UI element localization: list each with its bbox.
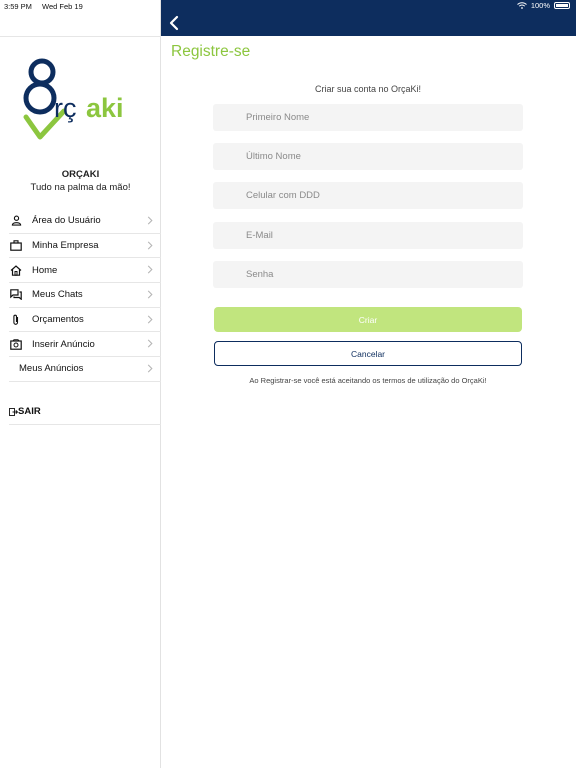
svg-text:aki: aki (86, 93, 124, 123)
sidebar-item-orcamentos[interactable]: Orçamentos (9, 308, 161, 333)
chat-icon (9, 288, 23, 302)
form-subtitle: Criar sua conta no OrçaKi! (314, 84, 422, 94)
briefcase-icon (9, 239, 23, 253)
chevron-right-icon (147, 265, 153, 274)
phone-field[interactable] (213, 182, 523, 209)
user-icon (9, 214, 23, 228)
back-arrow-icon[interactable] (167, 15, 181, 31)
chevron-right-icon (147, 290, 153, 299)
paperclip-icon (9, 313, 23, 327)
password-field[interactable] (213, 261, 523, 288)
email-field[interactable] (213, 222, 523, 249)
brand-name: ORÇAKI (61, 169, 100, 180)
chevron-right-icon (147, 241, 153, 250)
status-date: Wed Feb 19 (42, 2, 83, 11)
logout-label: SAIR (18, 406, 41, 417)
sidebar-item-label: Meus Anúncios (19, 363, 84, 375)
cancel-button[interactable]: Cancelar (214, 341, 522, 366)
sidebar-item-label: Inserir Anúncio (32, 338, 95, 350)
add-photo-icon (9, 337, 23, 351)
battery-percent: 100% (530, 1, 550, 10)
sidebar-item-label: Orçamentos (32, 314, 84, 326)
sidebar-item-label: Minha Empresa (32, 240, 99, 252)
svg-text:rç: rç (54, 93, 77, 123)
chevron-right-icon (147, 315, 153, 324)
sidebar-item-minha-empresa[interactable]: Minha Empresa (9, 234, 161, 259)
brand-tagline: Tudo na palma da mão! (30, 182, 131, 193)
home-icon (9, 263, 23, 277)
sidebar-item-label: Meus Chats (32, 289, 83, 301)
sidebar-item-inserir-anuncio[interactable]: Inserir Anúncio (9, 332, 161, 358)
sidebar-item-label: Home (32, 264, 58, 276)
status-time: 3:59 PM (4, 2, 32, 11)
wifi-icon (516, 2, 527, 9)
sidebar-divider (0, 36, 161, 37)
chevron-right-icon (147, 216, 153, 225)
status-bar-left: 3:59 PM Wed Feb 19 (4, 2, 91, 11)
sidebar-menu: Área do Usuário Minha Empresa Home Meus … (9, 209, 161, 382)
terms-text: Ao Registrar-se você está aceitando os t… (249, 376, 487, 385)
sidebar-item-home[interactable]: Home (9, 258, 161, 284)
first-name-field[interactable] (213, 104, 523, 131)
create-button[interactable]: Criar (214, 307, 522, 332)
chevron-right-icon (147, 364, 153, 373)
page-title: Registre-se (171, 43, 251, 60)
logout-button[interactable]: SAIR (9, 399, 161, 425)
sidebar-item-meus-chats[interactable]: Meus Chats (9, 283, 161, 308)
battery-icon (554, 2, 570, 9)
sidebar: rç aki ORÇAKI Tudo na palma da mão! Área… (0, 0, 161, 768)
last-name-field[interactable] (213, 143, 523, 170)
logout-icon (9, 407, 18, 416)
sidebar-item-label: Área do Usuário (32, 215, 101, 227)
navbar (161, 0, 576, 36)
app-root: 3:59 PM Wed Feb 19 rç aki ORÇAKI Tudo na… (0, 0, 576, 768)
sidebar-item-meus-anuncios[interactable]: Meus Anúncios (9, 357, 161, 382)
status-bar-right: 100% (516, 1, 570, 10)
sidebar-item-area-usuario[interactable]: Área do Usuário (9, 209, 161, 234)
orcaki-logo: rç aki (23, 58, 124, 140)
chevron-right-icon (147, 339, 153, 348)
